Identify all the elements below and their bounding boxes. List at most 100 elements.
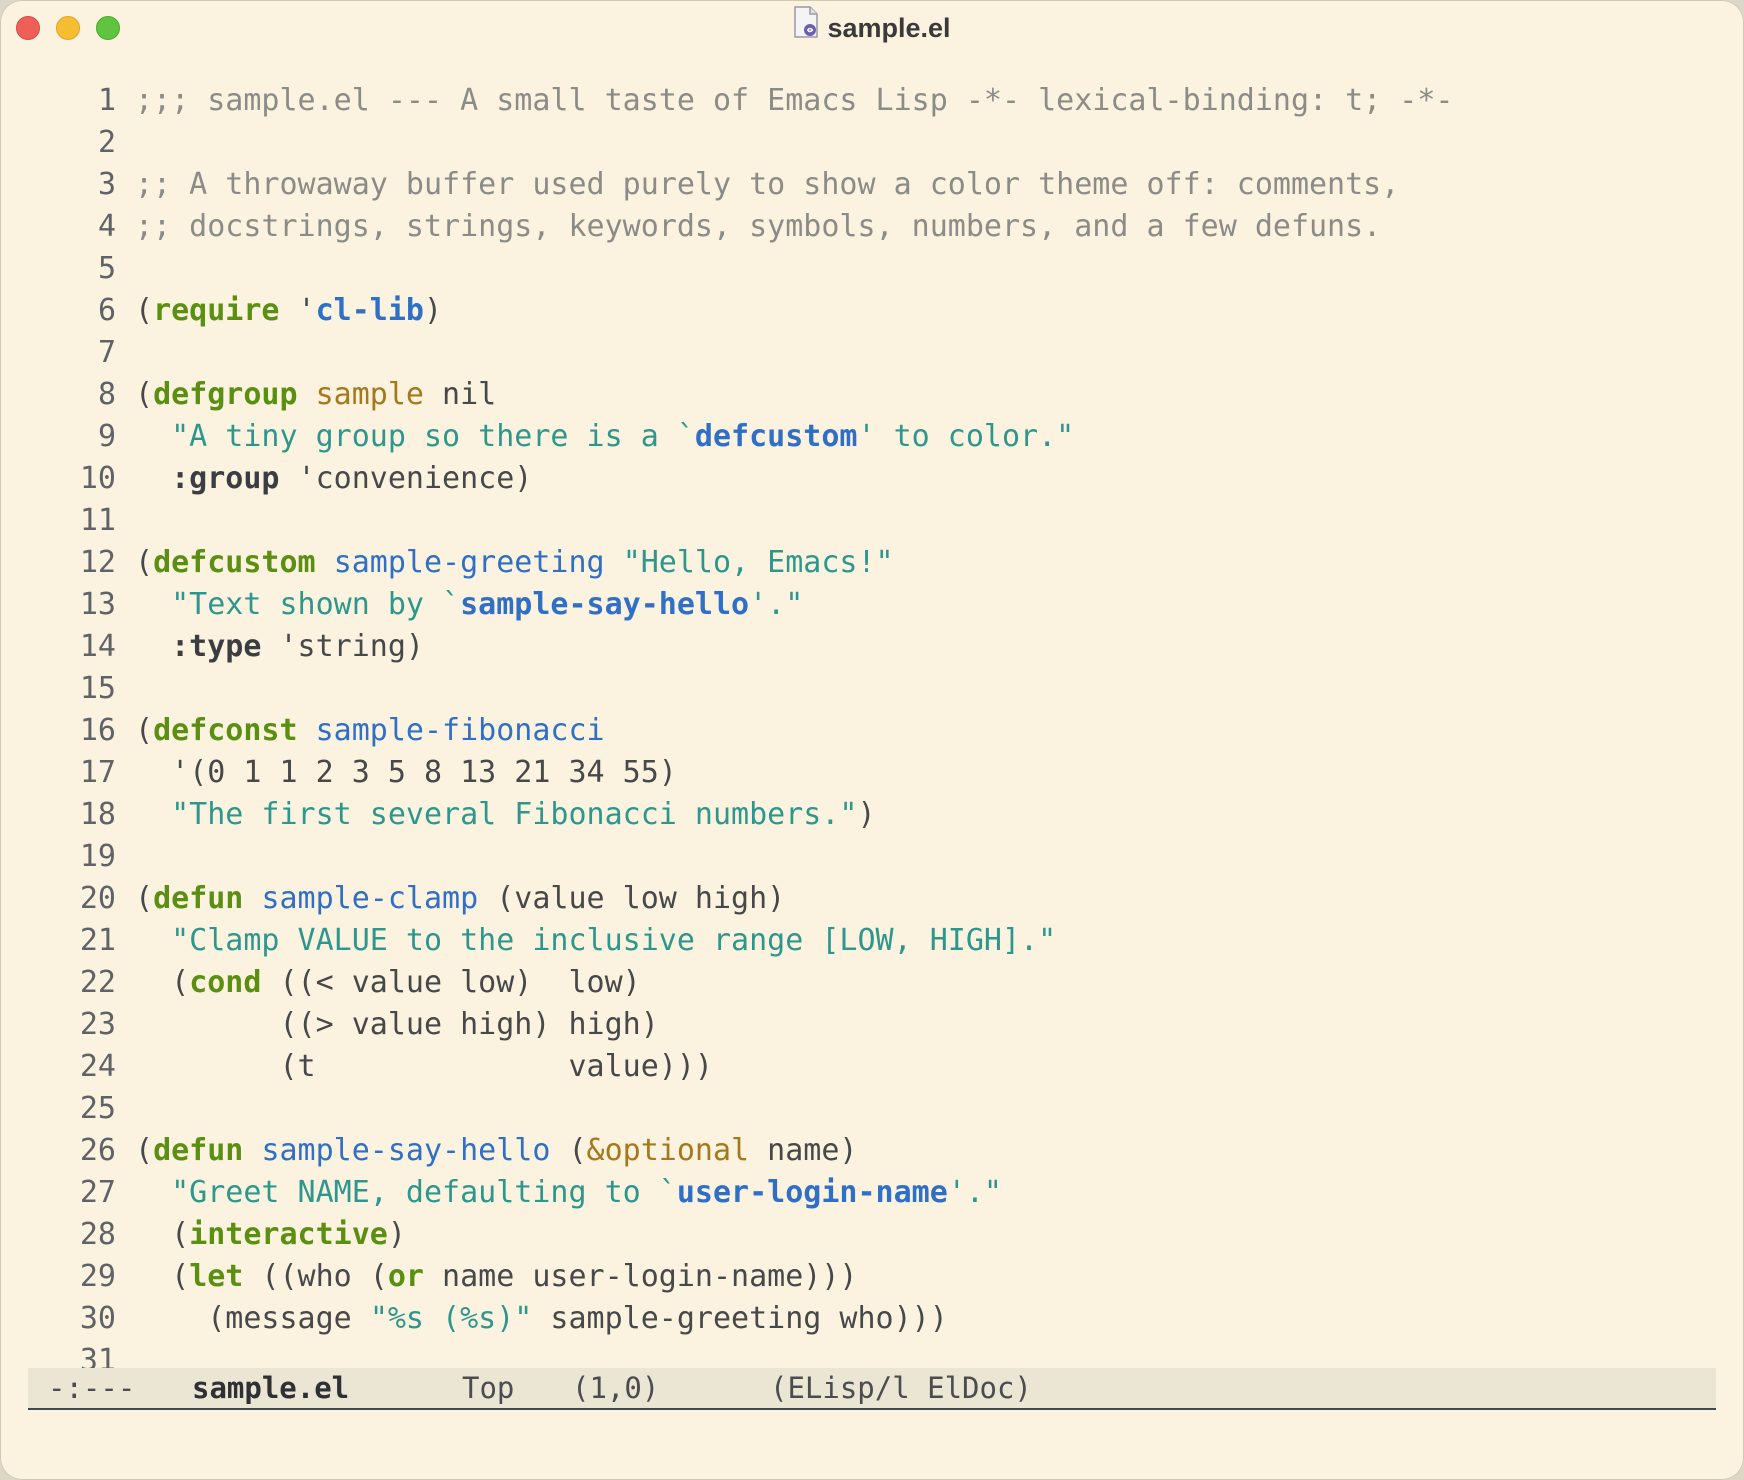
token-plain: ' — [279, 293, 316, 328]
line-number: 26 — [79, 1133, 116, 1168]
code-line[interactable]: 27 "Greet NAME, defaulting to `user-logi… — [0, 1172, 1744, 1214]
line-number: 20 — [79, 881, 116, 916]
code-line[interactable]: 5 — [0, 248, 1744, 290]
code-text[interactable]: "A tiny group so there is a `defcustom' … — [135, 419, 1074, 454]
modeline-major-mode[interactable]: (ELisp/l ElDoc) — [770, 1368, 1032, 1408]
code-line[interactable]: 30 (message "%s (%s)" sample-greeting wh… — [0, 1298, 1744, 1340]
mode-line[interactable]: -:--- sample.el Top (1,0) (ELisp/l ElDoc… — [28, 1368, 1716, 1410]
code-line[interactable]: 12 (defcustom sample-greeting "Hello, Ema… — [0, 542, 1744, 584]
code-text[interactable]: (let ((who (or name user-login-name))) — [135, 1259, 857, 1294]
code-line[interactable]: 2 — [0, 122, 1744, 164]
code-line[interactable]: 23 ((> value high) high) — [0, 1004, 1744, 1046]
token-variable: sample-fibonacci — [315, 713, 605, 748]
code-text[interactable]: (defgroup sample nil — [135, 377, 496, 412]
token-plain: sample-greeting who))) — [532, 1301, 948, 1336]
token-plain: 'string) — [261, 629, 424, 664]
code-text[interactable]: (message "%s (%s)" sample-greeting who))… — [135, 1301, 948, 1336]
code-line[interactable]: 8 (defgroup sample nil — [0, 374, 1744, 416]
code-text[interactable]: (t value))) — [135, 1049, 712, 1084]
editor-buffer[interactable]: 1 ;;; sample.el --- A small taste of Emac… — [0, 80, 1744, 1372]
code-line[interactable]: 1 ;;; sample.el --- A small taste of Emac… — [0, 80, 1744, 122]
code-line[interactable]: 29 (let ((who (or name user-login-name))… — [0, 1256, 1744, 1298]
code-line[interactable]: 18 "The first several Fibonacci numbers.… — [0, 794, 1744, 836]
token-keyword: or — [387, 1259, 424, 1294]
token-plain: ( — [135, 881, 154, 916]
code-text[interactable]: (defcustom sample-greeting "Hello, Emacs… — [135, 545, 894, 580]
token-plain: name user-login-name))) — [424, 1259, 858, 1294]
code-text[interactable]: ;; docstrings, strings, keywords, symbol… — [135, 209, 1381, 244]
token-constant-ref: defcustom — [694, 419, 858, 454]
token-builtin: :group — [171, 461, 280, 496]
line-number: 11 — [79, 503, 116, 538]
token-variable: sample-greeting — [333, 545, 605, 580]
token-comment: ;; A throwaway buffer used purely to sho… — [135, 167, 1400, 202]
code-text[interactable]: "Text shown by `sample-say-hello'." — [135, 587, 803, 622]
code-line[interactable]: 3 ;; A throwaway buffer used purely to sh… — [0, 164, 1744, 206]
code-line[interactable]: 14 :type 'string) — [0, 626, 1744, 668]
token-function: sample-clamp — [261, 881, 479, 916]
token-keyword: defcustom — [153, 545, 316, 580]
code-line[interactable]: 6 (require 'cl-lib) — [0, 290, 1744, 332]
code-text[interactable]: (defconst sample-fibonacci — [135, 713, 605, 748]
code-text[interactable]: "Greet NAME, defaulting to `user-login-n… — [135, 1175, 1002, 1210]
code-line[interactable]: 13 "Text shown by `sample-say-hello'." — [0, 584, 1744, 626]
code-line[interactable]: 10 :group 'convenience) — [0, 458, 1744, 500]
code-text[interactable]: '(0 1 1 2 3 5 8 13 21 34 55) — [135, 755, 677, 790]
token-plain: ( — [135, 1217, 190, 1252]
code-text[interactable]: ((> value high) high) — [135, 1007, 658, 1042]
token-string: "Greet NAME, defaulting to ` — [135, 1175, 677, 1210]
code-line[interactable]: 25 — [0, 1088, 1744, 1130]
token-plain: 'convenience) — [279, 461, 533, 496]
window-title-text: sample.el — [827, 13, 951, 43]
code-text[interactable]: (cond ((< value low) low) — [135, 965, 641, 1000]
code-line[interactable]: 19 — [0, 836, 1744, 878]
token-plain: '(0 1 1 2 3 5 8 13 21 34 55) — [135, 755, 677, 790]
line-number: 4 — [97, 209, 116, 244]
line-number: 27 — [79, 1175, 116, 1210]
token-plain: nil — [424, 377, 497, 412]
code-line[interactable]: 11 — [0, 500, 1744, 542]
minibuffer[interactable] — [28, 1410, 1716, 1460]
token-string: "%s (%s)" — [369, 1301, 533, 1336]
token-type: sample — [315, 377, 424, 412]
token-string: "The first several Fibonacci numbers." — [135, 797, 858, 832]
code-line[interactable]: 21 "Clamp VALUE to the inclusive range [… — [0, 920, 1744, 962]
code-text[interactable]: :group 'convenience) — [135, 461, 532, 496]
line-number: 15 — [79, 671, 116, 706]
code-text[interactable]: "The first several Fibonacci numbers.") — [135, 797, 875, 832]
code-line[interactable]: 20 (defun sample-clamp (value low high) — [0, 878, 1744, 920]
code-text[interactable]: :type 'string) — [135, 629, 424, 664]
code-line[interactable]: 28 (interactive) — [0, 1214, 1744, 1256]
code-text[interactable]: (require 'cl-lib) — [135, 293, 442, 328]
token-plain: ((< value low) low) — [261, 965, 641, 1000]
token-string: "A tiny group so there is a ` — [135, 419, 695, 454]
token-keyword: interactive — [189, 1217, 388, 1252]
token-function: sample-say-hello — [261, 1133, 551, 1168]
title-bar[interactable]: sample.el — [0, 0, 1744, 56]
code-line[interactable]: 16 (defconst sample-fibonacci — [0, 710, 1744, 752]
code-text[interactable]: (defun sample-clamp (value low high) — [135, 881, 785, 916]
code-line[interactable]: 22 (cond ((< value low) low) — [0, 962, 1744, 1004]
modeline-buffer-name[interactable]: sample.el — [192, 1368, 349, 1408]
code-text[interactable]: ;;; sample.el --- A small taste of Emacs… — [135, 83, 1454, 118]
line-number: 25 — [79, 1091, 116, 1126]
code-text[interactable]: (defun sample-say-hello (&optional name) — [135, 1133, 857, 1168]
code-line[interactable]: 17 '(0 1 1 2 3 5 8 13 21 34 55) — [0, 752, 1744, 794]
code-line[interactable]: 7 — [0, 332, 1744, 374]
line-number: 22 — [79, 965, 116, 1000]
line-number: 8 — [97, 377, 116, 412]
token-keyword: defun — [153, 1133, 244, 1168]
code-line[interactable]: 24 (t value))) — [0, 1046, 1744, 1088]
line-number: 10 — [79, 461, 116, 496]
code-line[interactable]: 26 (defun sample-say-hello (&optional nam… — [0, 1130, 1744, 1172]
code-line[interactable]: 15 — [0, 668, 1744, 710]
code-text[interactable]: (interactive) — [135, 1217, 406, 1252]
code-line[interactable]: 9 "A tiny group so there is a `defcustom… — [0, 416, 1744, 458]
line-number: 16 — [79, 713, 116, 748]
code-line[interactable]: 4 ;; docstrings, strings, keywords, symbo… — [0, 206, 1744, 248]
code-text[interactable]: ;; A throwaway buffer used purely to sho… — [135, 167, 1399, 202]
modeline-position: Top — [462, 1371, 515, 1405]
code-text[interactable]: "Clamp VALUE to the inclusive range [LOW… — [135, 923, 1056, 958]
